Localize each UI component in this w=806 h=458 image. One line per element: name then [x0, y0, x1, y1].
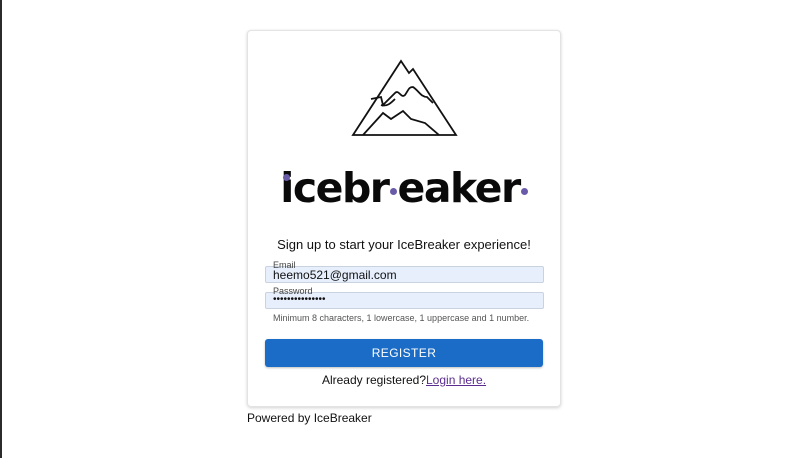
already-registered-row: Already registered?Login here. [248, 373, 560, 387]
powered-by-footer: Powered by IceBreaker [247, 411, 372, 425]
register-card: icebr eaker Sign up to start your IceBre… [247, 30, 561, 407]
password-hint: Minimum 8 characters, 1 lowercase, 1 upp… [273, 313, 530, 323]
login-link[interactable]: Login here. [426, 373, 486, 387]
wordmark-first: icebr [280, 168, 390, 209]
wordmark-second-text: eaker [397, 164, 522, 212]
signup-tagline: Sign up to start your IceBreaker experie… [277, 237, 531, 252]
password-field[interactable]: Password ••••••••••••••• [265, 286, 544, 309]
email-value[interactable]: heemo521@gmail.com [273, 268, 397, 282]
wordmark-mid-dot [389, 188, 397, 195]
icebreaker-wordmark: icebr eaker [248, 163, 560, 209]
already-registered-text: Already registered? [321, 373, 426, 387]
register-button[interactable]: REGISTER [265, 339, 543, 367]
mountain-icon [351, 59, 458, 136]
window-left-edge [0, 0, 2, 458]
wordmark-first-text: icebr [280, 164, 390, 212]
password-value[interactable]: ••••••••••••••• [273, 294, 326, 305]
email-field[interactable]: Email heemo521@gmail.com [265, 260, 544, 283]
wordmark-second: eaker [398, 168, 522, 209]
wordmark-end-dot [520, 188, 528, 195]
